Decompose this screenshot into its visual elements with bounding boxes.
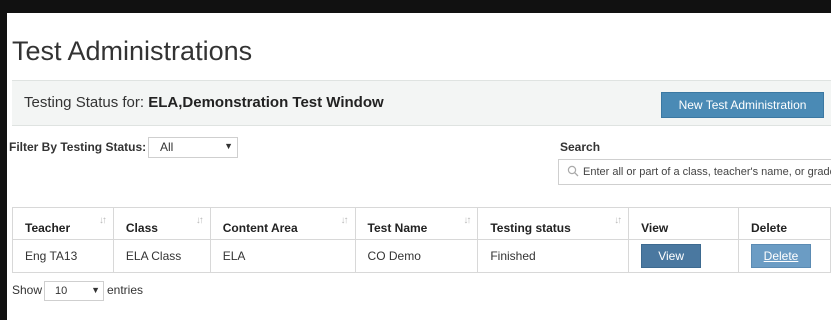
test-window-name: ELA,Demonstration Test Window xyxy=(148,94,384,111)
entries-label: entries xyxy=(107,283,144,297)
filter-label: Filter By Testing Status: xyxy=(9,140,147,154)
testing-status-prefix: Testing Status for: xyxy=(24,94,149,111)
view-button[interactable]: View xyxy=(641,244,702,268)
column-header-test-name[interactable]: Test Name ↓↑ xyxy=(354,207,479,240)
column-header-class[interactable]: Class ↓↑ xyxy=(112,207,211,240)
cell-class: ELA Class xyxy=(112,239,211,273)
column-label: Class xyxy=(125,220,158,235)
search-input[interactable] xyxy=(583,160,831,184)
column-label: Testing status xyxy=(490,220,571,235)
filter-selected-value: All xyxy=(160,140,174,154)
testing-status-text: Testing Status for: ELA,Demonstration Te… xyxy=(24,94,384,111)
search-icon xyxy=(567,165,579,177)
search-field[interactable] xyxy=(558,159,831,185)
cell-view: View xyxy=(628,239,739,273)
show-label: Show xyxy=(12,283,43,297)
chevron-down-icon: ▼ xyxy=(91,285,100,295)
cell-content-area: ELA xyxy=(209,239,356,273)
sort-icon: ↓↑ xyxy=(98,215,107,226)
column-header-testing-status[interactable]: Testing status ↓↑ xyxy=(477,207,630,240)
cell-delete: Delete xyxy=(738,239,831,273)
table-row: Eng TA13 ELA Class ELA CO Demo Finished … xyxy=(12,239,831,273)
cell-test-name: CO Demo xyxy=(354,239,479,273)
sort-icon: ↓↑ xyxy=(195,215,204,226)
column-label: Content Area xyxy=(222,220,298,235)
testing-status-filter-select[interactable]: All ▼ xyxy=(148,137,238,158)
window-frame-top xyxy=(0,0,831,13)
page-title: Test Administrations xyxy=(12,36,253,66)
new-test-administration-button[interactable]: New Test Administration xyxy=(661,92,824,118)
cell-testing-status: Finished xyxy=(477,239,630,273)
column-header-delete: Delete xyxy=(738,207,831,240)
column-label: View xyxy=(641,220,669,235)
testing-status-bar: Testing Status for: ELA,Demonstration Te… xyxy=(12,80,831,126)
column-header-teacher[interactable]: Teacher ↓↑ xyxy=(12,207,114,240)
column-label: Test Name xyxy=(367,220,428,235)
page-length-value: 10 xyxy=(55,285,68,297)
column-header-content-area[interactable]: Content Area ↓↑ xyxy=(209,207,356,240)
sort-icon: ↓↑ xyxy=(463,215,471,226)
sort-icon: ↓↑ xyxy=(340,215,349,226)
column-header-view: View xyxy=(628,207,739,240)
column-label: Delete xyxy=(751,220,788,235)
table-header-row: Teacher ↓↑ Class ↓↑ Content Area ↓↑ Test Na… xyxy=(12,207,831,240)
search-label: Search xyxy=(560,140,601,154)
delete-button[interactable]: Delete xyxy=(751,244,811,268)
sort-icon: ↓↑ xyxy=(614,215,622,226)
chevron-down-icon: ▼ xyxy=(224,141,233,151)
cell-teacher: Eng TA13 xyxy=(12,239,114,273)
test-administrations-table: Teacher ↓↑ Class ↓↑ Content Area ↓↑ Test Na… xyxy=(12,207,831,273)
page-length-select[interactable]: 10 ▼ xyxy=(44,281,104,301)
window-frame-left xyxy=(0,0,7,320)
column-label: Teacher xyxy=(25,220,71,235)
